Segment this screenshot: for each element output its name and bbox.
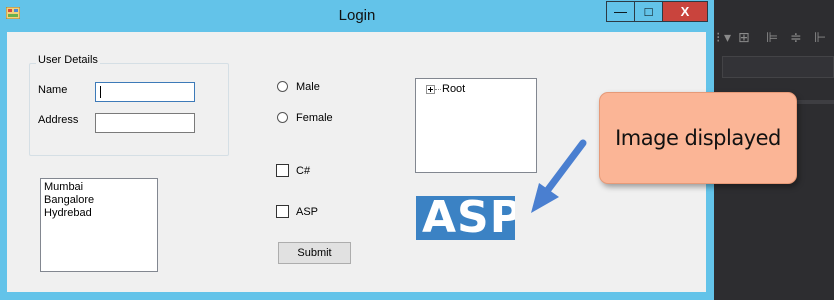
list-item[interactable]: Hydrebad [44, 207, 157, 220]
address-input[interactable] [95, 113, 195, 133]
treeview[interactable]: Root [415, 78, 537, 173]
align-center-icon[interactable]: ≑ [790, 30, 802, 46]
ide-toolbar: ⁝ ▾ ⊞ ⊫ ≑ ⊩ [714, 26, 834, 52]
female-label[interactable]: Female [296, 112, 333, 124]
name-label: Name [38, 84, 68, 96]
align-left-icon[interactable]: ⊫ [766, 30, 778, 46]
grip-icon: ⁝ [716, 30, 721, 46]
ide-input-box[interactable] [722, 56, 834, 78]
name-input[interactable] [95, 82, 195, 102]
annotation-arrow-icon [531, 139, 587, 213]
city-listbox[interactable]: Mumbai Bangalore Hydrebad [40, 178, 158, 272]
tree-connector [435, 89, 441, 90]
submit-button[interactable]: Submit [278, 242, 351, 264]
list-item[interactable]: Mumbai [44, 181, 157, 194]
text-caret [100, 86, 101, 98]
user-details-groupbox [29, 63, 229, 156]
title-bar[interactable]: Login — □ X [0, 0, 714, 32]
expand-plus-icon[interactable] [426, 85, 435, 94]
asp-checkbox[interactable] [276, 205, 289, 218]
list-item[interactable]: Bangalore [44, 194, 157, 207]
close-icon: X [680, 4, 690, 19]
male-label[interactable]: Male [296, 81, 320, 93]
minimize-icon: — [614, 4, 627, 19]
annotation-callout: Image displayed [599, 92, 797, 184]
close-button[interactable]: X [662, 1, 708, 22]
align-right-icon[interactable]: ⊩ [814, 30, 826, 46]
minimize-button[interactable]: — [606, 1, 635, 22]
female-radio[interactable] [277, 112, 288, 123]
asp-picturebox: ASP [416, 196, 515, 240]
male-radio[interactable] [277, 81, 288, 92]
maximize-icon: □ [644, 4, 653, 19]
plus-icon[interactable]: ⊞ [738, 30, 750, 46]
maximize-button[interactable]: □ [634, 1, 663, 22]
tree-node-root[interactable]: Root [442, 83, 465, 95]
asp-label[interactable]: ASP [296, 206, 318, 218]
user-details-legend: User Details [36, 54, 100, 66]
csharp-checkbox[interactable] [276, 164, 289, 177]
asp-logo-image-text: ASP [422, 196, 515, 240]
dropdown-arrow-icon[interactable]: ▾ [724, 30, 731, 46]
callout-text: Image displayed [615, 126, 781, 150]
address-label: Address [38, 114, 79, 126]
csharp-label[interactable]: C# [296, 165, 310, 177]
